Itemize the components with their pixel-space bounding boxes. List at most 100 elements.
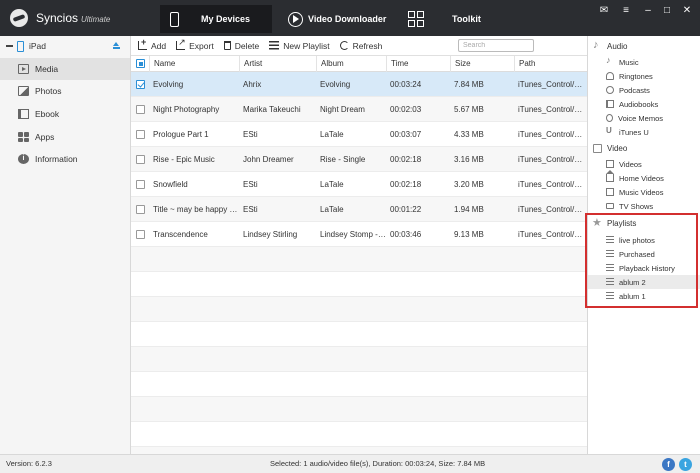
empty-row xyxy=(131,322,587,347)
status-bar: Version: 6.2.3 Selected: 1 audio/video f… xyxy=(0,454,700,473)
version-label: Version: 6.2.3 xyxy=(6,459,52,468)
video-item-tv-shows[interactable]: TV Shows xyxy=(588,199,700,213)
audio-item-ringtones[interactable]: Ringtones xyxy=(588,69,700,83)
row-checkbox[interactable] xyxy=(136,230,145,239)
row-checkbox[interactable] xyxy=(136,130,145,139)
device-item-ipad[interactable]: iPad xyxy=(0,36,130,56)
photos-icon xyxy=(18,86,29,96)
cell-size: 7.84 MB xyxy=(454,80,484,89)
category-video[interactable]: Video xyxy=(588,141,700,155)
home-icon xyxy=(606,170,614,182)
eject-icon[interactable] xyxy=(113,42,120,49)
table-header: Name Artist Album Time Size Path xyxy=(131,56,587,72)
cell-path: iTunes_Control/M... xyxy=(518,105,587,114)
sidebar-item-information[interactable]: i Information xyxy=(0,148,130,170)
sidebar-item-apps[interactable]: Apps xyxy=(0,126,130,148)
music-icon xyxy=(606,55,614,66)
cell-album: LaTale xyxy=(320,130,344,139)
add-icon xyxy=(138,37,147,50)
table-row[interactable]: Transcendence Lindsey Stirling Lindsey Sto… xyxy=(131,222,587,247)
sidebar-item-photos[interactable]: Photos xyxy=(0,80,130,102)
cell-name: Prologue Part 1 xyxy=(153,130,209,139)
audio-item-voice-memos[interactable]: Voice Memos xyxy=(588,111,700,125)
collapse-icon[interactable] xyxy=(6,45,13,47)
refresh-button[interactable]: Refresh xyxy=(339,41,382,51)
table-row[interactable]: Prologue Part 1 ESti LaTale 00:03:07 4.33 MB… xyxy=(131,122,587,147)
toolbar: Add Export Delete New Playlist Refresh xyxy=(131,36,587,56)
cell-time: 00:03:07 xyxy=(390,130,422,139)
empty-row xyxy=(131,272,587,297)
delete-button[interactable]: Delete xyxy=(223,41,259,51)
cell-artist: Marika Takeuchi xyxy=(243,105,301,114)
table-row[interactable]: Rise - Epic Music John Dreamer Rise - Sing… xyxy=(131,147,587,172)
empty-row xyxy=(131,247,587,272)
cell-album: Rise - Single xyxy=(320,155,366,164)
cell-time: 00:02:18 xyxy=(390,180,422,189)
playlists-highlight-box xyxy=(585,213,698,308)
music-note-icon xyxy=(593,39,602,51)
audio-item-podcasts[interactable]: Podcasts xyxy=(588,83,700,97)
cell-artist: John Dreamer xyxy=(243,155,294,164)
itunes-u-icon xyxy=(606,126,614,136)
video-item-home-videos[interactable]: Home Videos xyxy=(588,170,700,185)
sidebar-item-ebook[interactable]: Ebook xyxy=(0,103,130,125)
column-header-size[interactable]: Size xyxy=(450,56,514,72)
column-header-album[interactable]: Album xyxy=(316,56,386,72)
column-header-path[interactable]: Path xyxy=(514,56,587,72)
syncios-logo-icon xyxy=(10,9,28,27)
cell-artist: ESti xyxy=(243,180,258,189)
select-all-checkbox[interactable] xyxy=(136,59,145,68)
video-item-videos[interactable]: Videos xyxy=(588,157,700,171)
minimize-button[interactable]: – xyxy=(641,5,655,17)
row-checkbox[interactable] xyxy=(136,105,145,114)
left-sidebar: iPad Media Photos Ebook Apps i Informati… xyxy=(0,36,131,454)
row-checkbox[interactable] xyxy=(136,80,145,89)
column-header-time[interactable]: Time xyxy=(386,56,450,72)
table-row[interactable]: Evolving Ahrix Evolving 00:03:24 7.84 MB iTun… xyxy=(131,72,587,97)
bell-icon xyxy=(606,72,614,80)
sidebar-item-media[interactable]: Media xyxy=(0,58,130,80)
table-row[interactable]: Night Photography Marika Takeuchi Night Dr… xyxy=(131,97,587,122)
video-icon xyxy=(593,143,602,153)
video-item-music-videos[interactable]: Music Videos xyxy=(588,185,700,199)
column-header-name[interactable]: Name xyxy=(149,56,239,72)
cell-size: 1.94 MB xyxy=(454,205,484,214)
maximize-button[interactable]: □ xyxy=(660,5,674,17)
search-input[interactable] xyxy=(463,42,523,49)
export-button[interactable]: Export xyxy=(176,37,214,51)
app-title: Syncios Ultimate xyxy=(36,11,111,25)
cell-time: 00:01:22 xyxy=(390,205,422,214)
row-checkbox[interactable] xyxy=(136,205,145,214)
tab-my-devices[interactable]: My Devices xyxy=(160,5,272,33)
category-audio[interactable]: Audio xyxy=(588,39,700,53)
twitter-icon[interactable]: t xyxy=(679,458,692,471)
apps-icon xyxy=(18,132,29,142)
book-icon xyxy=(606,100,614,108)
tab-toolkit[interactable]: Toolkit xyxy=(404,5,504,33)
facebook-icon[interactable]: f xyxy=(662,458,675,471)
playlist-icon xyxy=(269,41,280,50)
table-row[interactable]: Snowfield ESti LaTale 00:02:18 3.20 MB iTunes… xyxy=(131,172,587,197)
menu-icon[interactable]: ≡ xyxy=(619,5,633,17)
cell-size: 3.16 MB xyxy=(454,155,484,164)
selection-summary: Selected: 1 audio/video file(s), Duratio… xyxy=(270,459,486,468)
cell-artist: ESti xyxy=(243,205,258,214)
message-icon[interactable]: ✉ xyxy=(597,5,611,17)
audio-item-music[interactable]: Music xyxy=(588,55,700,69)
info-icon: i xyxy=(18,154,29,164)
new-playlist-button[interactable]: New Playlist xyxy=(269,41,330,51)
cell-album: Lindsey Stomp - EP xyxy=(320,230,386,239)
search-box xyxy=(458,39,534,52)
audio-item-itunes-u[interactable]: iTunes U xyxy=(588,125,700,139)
cell-name: Title ~ may be happy fo... xyxy=(153,205,239,214)
close-button[interactable]: ✕ xyxy=(680,5,694,17)
music-video-icon xyxy=(606,188,614,196)
add-button[interactable]: Add xyxy=(138,37,166,51)
table-row[interactable]: Title ~ may be happy fo... ESti LaTale 00:0… xyxy=(131,197,587,222)
tab-video-downloader[interactable]: Video Downloader xyxy=(284,5,394,33)
row-checkbox[interactable] xyxy=(136,180,145,189)
play-circle-icon xyxy=(288,11,303,27)
column-header-artist[interactable]: Artist xyxy=(239,56,316,72)
audio-item-audiobooks[interactable]: Audiobooks xyxy=(588,97,700,111)
row-checkbox[interactable] xyxy=(136,155,145,164)
